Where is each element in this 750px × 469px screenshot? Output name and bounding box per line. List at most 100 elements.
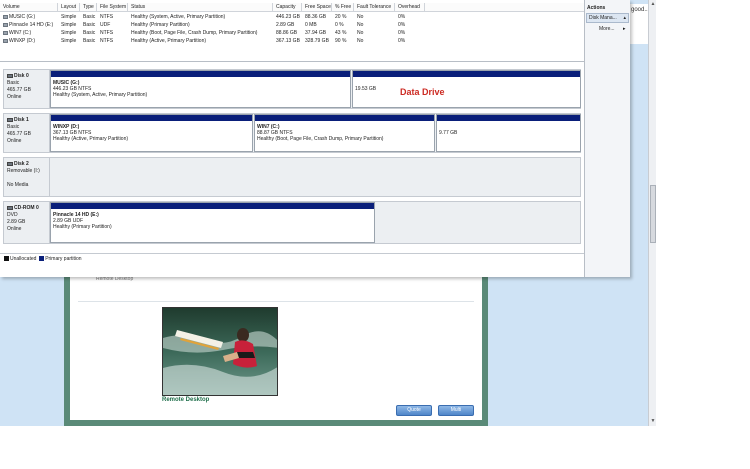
volume-name: MUSIC (G:) bbox=[9, 14, 36, 20]
type-cell: Basic bbox=[83, 14, 96, 20]
volume-row[interactable]: MUSIC (G:) Simple Basic NTFS Healthy (Sy… bbox=[0, 13, 584, 21]
disk-row-1[interactable]: Disk 1 Basic 465.77 GB Online WINXP (D:)… bbox=[3, 113, 581, 153]
actions-title: Actions bbox=[587, 5, 606, 11]
column-capacity[interactable]: Capacity bbox=[273, 3, 302, 12]
optical-drive-icon bbox=[7, 205, 13, 210]
capacity-cell: 2.89 GB bbox=[276, 22, 295, 28]
type-cell: Basic bbox=[83, 22, 96, 28]
volume-name: WIN7 (C:) bbox=[9, 30, 32, 36]
partition-size: 9.77 GB bbox=[439, 130, 458, 136]
drive-icon bbox=[3, 38, 8, 43]
quote-button[interactable]: Quote bbox=[396, 405, 432, 416]
file-system-cell: NTFS bbox=[100, 38, 114, 44]
status-cell: Healthy (Boot, Page File, Crash Dump, Pr… bbox=[131, 30, 258, 36]
layout-cell: Simple bbox=[61, 22, 77, 28]
volume-row[interactable]: Pinnacle 14 HD (E:) Simple Basic UDF Hea… bbox=[0, 21, 584, 29]
scroll-down-icon[interactable]: ▼ bbox=[650, 418, 656, 425]
column-type[interactable]: Type bbox=[80, 3, 97, 12]
removable-disk-icon bbox=[7, 161, 13, 166]
disk-size: 465.77 GB bbox=[7, 131, 31, 137]
disk-name-text: Disk 0 bbox=[14, 73, 29, 79]
volume-name-cell: Pinnacle 14 HD (E:) bbox=[0, 21, 58, 29]
column-volume[interactable]: Volume bbox=[0, 3, 58, 12]
partition-stripe bbox=[51, 203, 374, 209]
primary-swatch bbox=[39, 256, 45, 262]
partition-data[interactable]: 19.53 GB bbox=[352, 70, 581, 108]
free-space-cell: 37.94 GB bbox=[305, 30, 327, 36]
partition-winxp[interactable]: WINXP (D:) 367.13 GB NTFS Healthy (Activ… bbox=[50, 114, 253, 152]
scroll-up-icon[interactable]: ▲ bbox=[650, 1, 656, 8]
disk-info: Disk 2 Removable (I:) No Media bbox=[4, 158, 50, 196]
disk-size: 2.89 GB bbox=[7, 219, 26, 225]
collapse-arrow-icon[interactable]: ▴ bbox=[623, 14, 626, 22]
legend-unallocated: Unallocated bbox=[10, 256, 37, 262]
percent-free-cell: 0 % bbox=[335, 22, 344, 28]
disk-name-text: Disk 1 bbox=[14, 117, 29, 123]
volume-row[interactable]: WINXP (D:) Simple Basic NTFS Healthy (Ac… bbox=[0, 37, 584, 45]
overhead-cell: 0% bbox=[398, 22, 406, 28]
free-space-cell: 0 MB bbox=[305, 22, 317, 28]
disk-size: 465.77 GB bbox=[7, 87, 31, 93]
partition-legend: Unallocated Primary partition bbox=[0, 253, 584, 263]
surfer-photo-thumbnail[interactable] bbox=[162, 307, 278, 396]
partition-status: Healthy (Active, Primary Partition) bbox=[53, 136, 129, 142]
disk-row-cdrom[interactable]: CD-ROM 0 DVD 2.89 GB Online Pinnacle 14 … bbox=[3, 201, 581, 244]
unallocated-swatch bbox=[4, 256, 9, 262]
volume-row[interactable]: WIN7 (C:) Simple Basic NTFS Healthy (Boo… bbox=[0, 29, 584, 37]
action-more[interactable]: More... bbox=[599, 26, 615, 32]
free-space-cell: 88.36 GB bbox=[305, 14, 327, 20]
volume-list-header: Volume Layout Type File System Status Ca… bbox=[0, 3, 584, 12]
partition-pinnacle[interactable]: Pinnacle 14 HD (E:) 2.89 GB UDF Healthy … bbox=[50, 202, 375, 243]
column-layout[interactable]: Layout bbox=[58, 3, 80, 12]
partition-stripe bbox=[437, 115, 580, 121]
disk-management-window: Volume Layout Type File System Status Ca… bbox=[0, 0, 630, 277]
partition-status: Healthy (System, Active, Primary Partiti… bbox=[53, 92, 148, 98]
action-disk-management[interactable]: Disk Mana... ▴ bbox=[586, 13, 629, 23]
disk-status: Online bbox=[7, 138, 22, 144]
layout-cell: Simple bbox=[61, 14, 77, 20]
percent-free-cell: 90 % bbox=[335, 38, 347, 44]
capacity-cell: 367.13 GB bbox=[276, 38, 300, 44]
disk-info: Disk 1 Basic 465.77 GB Online bbox=[4, 114, 50, 152]
disk-info: Disk 0 Basic 465.77 GB Online bbox=[4, 70, 50, 108]
column-file-system[interactable]: File System bbox=[97, 3, 128, 12]
scrollbar-thumb[interactable] bbox=[650, 185, 656, 243]
disk-name-text: CD-ROM 0 bbox=[14, 205, 39, 211]
column-overhead[interactable]: Overhead bbox=[395, 3, 425, 12]
status-cell: Healthy (System, Active, Primary Partiti… bbox=[131, 14, 226, 20]
disk-name: Disk 1 bbox=[7, 117, 49, 124]
column-free-space[interactable]: Free Space bbox=[302, 3, 332, 12]
column-status[interactable]: Status bbox=[128, 3, 273, 12]
hard-disk-icon bbox=[7, 73, 13, 78]
partition-size: 19.53 GB bbox=[355, 86, 377, 92]
action-disk-management-label: Disk Mana... bbox=[589, 15, 617, 21]
partition-text: 19.53 GB bbox=[355, 86, 376, 92]
disk-status: Online bbox=[7, 226, 22, 232]
drive-icon bbox=[3, 30, 8, 35]
disk-row-0[interactable]: Disk 0 Basic 465.77 GB Online MUSIC (G:)… bbox=[3, 69, 581, 109]
column-percent-free[interactable]: % Free bbox=[332, 3, 354, 12]
surfer-photo-image bbox=[163, 308, 277, 395]
partition-unnamed[interactable]: 9.77 GB bbox=[436, 114, 581, 152]
disk-type: Basic bbox=[7, 124, 20, 130]
overhead-cell: 0% bbox=[398, 14, 406, 20]
partition-text: WIN7 (C:) 88.87 GB NTFS Healthy (Boot, P… bbox=[257, 124, 383, 142]
vertical-scrollbar[interactable]: ▲ ▼ bbox=[648, 0, 656, 426]
layout-cell: Simple bbox=[61, 38, 77, 44]
percent-free-cell: 43 % bbox=[335, 30, 347, 36]
submenu-arrow-icon[interactable]: ▸ bbox=[623, 26, 626, 32]
fault-tolerance-cell: No bbox=[357, 38, 364, 44]
percent-free-cell: 20 % bbox=[335, 14, 347, 20]
partition-music[interactable]: MUSIC (G:) 446.23 GB NTFS Healthy (Syste… bbox=[50, 70, 351, 108]
multi-quote-button[interactable]: Multi bbox=[438, 405, 474, 416]
disk-row-2[interactable]: Disk 2 Removable (I:) No Media bbox=[3, 157, 581, 197]
volume-name-cell: MUSIC (G:) bbox=[0, 13, 58, 21]
actions-pane: Actions Disk Mana... ▴ More... ▸ bbox=[584, 0, 630, 277]
layout-cell: Simple bbox=[61, 30, 77, 36]
partition-stripe bbox=[51, 71, 350, 77]
disk-type: Removable (I:) bbox=[7, 168, 40, 174]
file-system-cell: NTFS bbox=[100, 14, 114, 20]
partition-win7[interactable]: WIN7 (C:) 88.87 GB NTFS Healthy (Boot, P… bbox=[254, 114, 435, 152]
column-fault-tolerance[interactable]: Fault Tolerance bbox=[354, 3, 395, 12]
